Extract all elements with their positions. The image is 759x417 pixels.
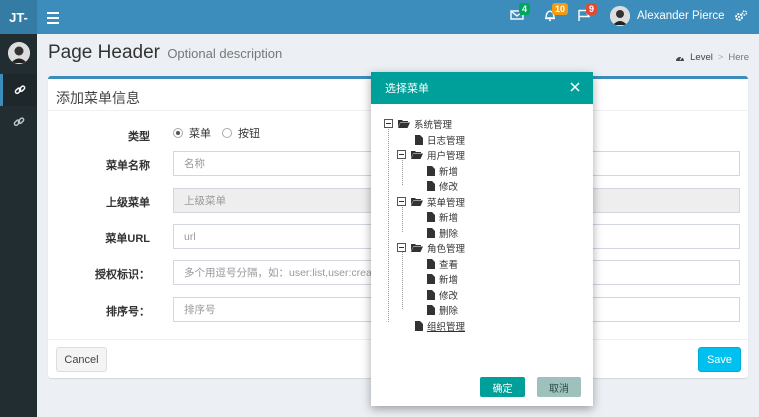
tree-label-org: 组织管理 [427,321,466,333]
tree-label-role: 角色管理 [427,243,466,255]
collapse-toggle-icon[interactable] [397,197,406,206]
collapse-toggle-icon[interactable] [397,243,406,252]
collapse-toggle-icon[interactable] [384,119,393,128]
tree-node-menu[interactable]: 菜单管理 [397,194,465,209]
tree-label-system: 系统管理 [414,119,453,131]
file-icon [427,304,435,315]
tree-label-user: 用户管理 [427,150,466,162]
sidebar [0,34,37,417]
messages-button[interactable]: 4 [510,3,531,26]
breadcrumb: Level > Here [675,52,749,63]
sidebar-item-link-1[interactable] [0,74,37,106]
tree-node-user[interactable]: 用户管理 [397,147,465,162]
user-name: Alexander Pierce [637,10,725,22]
modal-header: 选择菜单 [371,72,593,104]
tree-node-role-delete[interactable]: 删除 [427,302,458,317]
modal-title: 选择菜单 [385,83,429,95]
folder-open-icon [411,244,423,252]
url-label: 菜单URL [105,233,150,245]
tree-label-role-edit: 修改 [439,290,459,302]
tree-node-user-add[interactable]: 新增 [427,163,458,178]
sidebar-item-link-2[interactable] [0,106,37,138]
tree-label-log: 日志管理 [427,135,466,147]
avatar [610,6,630,26]
parent-label: 上级菜单 [106,197,150,209]
folder-open-icon [411,198,423,206]
file-icon [427,180,435,191]
file-icon [427,258,435,269]
file-icon [427,165,435,176]
tree-node-role-view[interactable]: 查看 [427,256,458,271]
sidebar-avatar [7,42,30,64]
tree-label-menu-delete: 删除 [439,228,459,240]
breadcrumb-here: Here [728,52,749,63]
breadcrumb-level[interactable]: Level [690,52,713,63]
notifications-button[interactable]: 10 [543,3,569,26]
user-menu[interactable]: Alexander Pierce [610,6,725,26]
name-label: 菜单名称 [106,160,150,172]
tree-label-menu: 菜单管理 [427,197,466,209]
tree-label-role-view: 查看 [439,259,459,271]
collapse-toggle-icon[interactable] [397,150,406,159]
radio-menu[interactable] [173,128,183,138]
folder-open-icon [398,120,410,128]
tree-label-role-add: 新增 [439,274,459,286]
tree-node-role[interactable]: 角色管理 [397,240,465,255]
tree-node-system[interactable]: 系统管理 [384,116,452,131]
notifications-badge: 10 [552,3,569,15]
close-icon[interactable] [569,81,581,93]
content-header: Page Header Optional description [48,42,282,64]
modal-cancel-button[interactable]: 取消 [537,377,581,397]
top-navbar: 4 10 9 Alexander Pierce [37,0,759,34]
page-subtitle: Optional description [167,46,283,61]
confirm-button[interactable]: 确定 [480,377,525,397]
messages-badge: 4 [519,3,531,15]
radio-button[interactable] [222,128,232,138]
radio-button-label: 按钮 [238,128,260,140]
file-icon [427,273,435,284]
tree-label-user-edit: 修改 [439,181,459,193]
tree-node-user-edit[interactable]: 修改 [427,178,458,193]
link-icon [13,117,24,127]
breadcrumb-separator: > [717,52,724,63]
file-icon [415,320,423,331]
tree-node-org[interactable]: 组织管理 [415,318,465,333]
menu-toggle-icon[interactable] [47,9,59,25]
file-icon [427,211,435,222]
tree-node-menu-add[interactable]: 新增 [427,209,458,224]
file-icon [427,227,435,238]
settings-button[interactable] [734,9,752,27]
sort-label: 排序号： [106,306,150,318]
form-title: 添加菜单信息 [56,90,140,106]
tree-node-role-add[interactable]: 新增 [427,271,458,286]
dashboard-icon [676,56,685,61]
save-button[interactable]: Save [698,347,741,372]
perm-label: 授权标识： [95,269,150,281]
page-title: Page Header [48,42,160,63]
tree-label-menu-add: 新增 [439,212,459,224]
tasks-badge: 9 [586,3,598,15]
cancel-button[interactable]: Cancel [56,347,107,372]
gears-icon [735,10,748,21]
link-icon [14,85,26,95]
type-label: 类型 [128,131,150,143]
radio-menu-label: 菜单 [189,128,211,140]
tasks-button[interactable]: 9 [577,3,598,26]
tree-label-user-add: 新增 [439,166,459,178]
tree-label-role-delete: 删除 [439,305,459,317]
tree-node-role-edit[interactable]: 修改 [427,287,458,302]
folder-open-icon [411,151,423,159]
app-logo[interactable]: JT- [0,0,37,34]
tree-node-log[interactable]: 日志管理 [415,132,465,147]
file-icon [427,289,435,300]
select-menu-modal: 选择菜单 系统管理 日志管理 用户管理 新增 修改 菜单管理 新增 删除 角色管… [371,72,593,406]
type-radio-group: 菜单 按钮 [173,125,260,141]
file-icon [415,134,423,145]
tree-node-menu-delete[interactable]: 删除 [427,225,458,240]
